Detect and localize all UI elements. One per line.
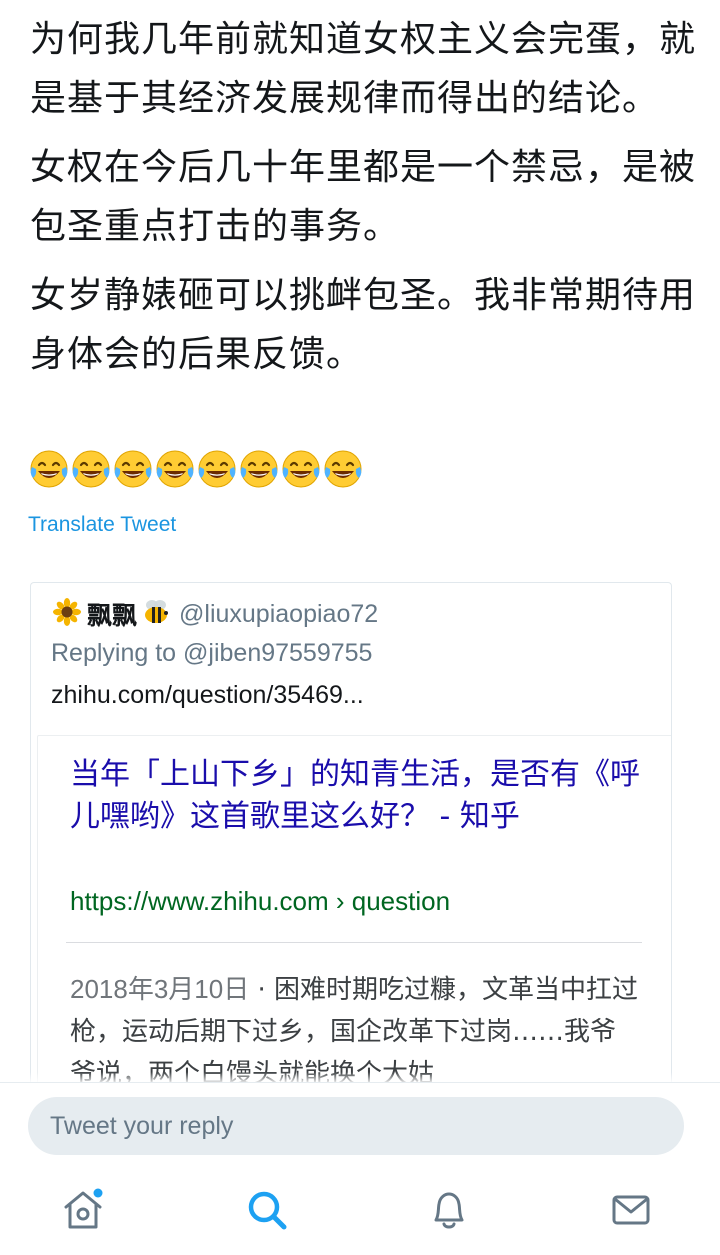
face-with-tears-of-joy-icon	[280, 448, 322, 490]
face-with-tears-of-joy-icon	[322, 448, 364, 490]
quoted-tweet-card[interactable]: 飘飘 @liuxupiaopiao72 Replying to @jiben97…	[30, 582, 672, 1103]
translate-tweet-link[interactable]: Translate Tweet	[28, 513, 176, 537]
result-url: https://www.zhihu.com › question	[70, 886, 451, 916]
face-with-tears-of-joy-icon	[70, 448, 112, 490]
quoted-display-name[interactable]: 飘飘	[87, 596, 137, 632]
face-with-tears-of-joy-icon	[154, 448, 196, 490]
search-icon	[242, 1191, 292, 1239]
face-with-tears-of-joy-icon	[112, 448, 154, 490]
emoji-row	[28, 448, 364, 492]
tweet-paragraph-2: 女权在今后几十年里都是一个禁忌，是被包圣重点打击的事务。	[30, 147, 697, 247]
tweet-body: 为何我几年前就知道女权主义会完蛋，就是基于其经济发展规律而得出的结论。 女权在今…	[30, 10, 700, 394]
result-title: 当年「上山下乡」的知青生活，是否有《呼儿嘿哟》这首歌里这么好？ - 知乎	[70, 757, 640, 834]
bottom-bar	[0, 1082, 720, 1255]
result-date: 2018年3月10日	[70, 974, 250, 1004]
reply-input[interactable]	[50, 1097, 650, 1155]
tab-notifications[interactable]	[424, 1185, 474, 1235]
tab-home[interactable]	[58, 1185, 108, 1235]
replying-to-label[interactable]: Replying to @jiben97559755	[51, 639, 372, 668]
home-icon	[58, 1188, 108, 1239]
face-with-tears-of-joy-icon	[196, 448, 238, 490]
sunflower-icon	[53, 598, 81, 630]
tab-search[interactable]	[242, 1185, 292, 1235]
honeybee-icon	[141, 597, 171, 631]
face-with-tears-of-joy-icon	[238, 448, 280, 490]
face-with-tears-of-joy-icon	[28, 448, 70, 490]
quoted-tweet-header: 飘飘 @liuxupiaopiao72	[53, 597, 378, 631]
messages-icon	[606, 1195, 656, 1239]
tweet-paragraph-1: 为何我几年前就知道女权主义会完蛋，就是基于其经济发展规律而得出的结论。	[30, 19, 697, 119]
search-result-screenshot: 当年「上山下乡」的知青生活，是否有《呼儿嘿哟》这首歌里这么好？ - 知乎 htt…	[37, 735, 671, 1103]
reply-box[interactable]	[28, 1097, 684, 1155]
tweet-paragraph-3: 女岁静婊砸可以挑衅包圣。我非常期待用身体会的后果反馈。	[30, 275, 697, 375]
result-divider	[66, 942, 642, 943]
tab-messages[interactable]	[606, 1185, 656, 1235]
quoted-link[interactable]: zhihu.com/question/35469...	[51, 681, 364, 710]
notifications-icon	[424, 1192, 474, 1239]
quoted-handle[interactable]: @liuxupiaopiao72	[179, 600, 378, 629]
